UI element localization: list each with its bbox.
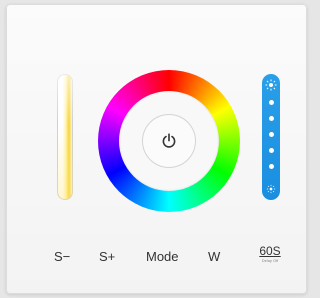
brightness-dot (269, 116, 274, 121)
brightness-dot (269, 148, 274, 153)
brightness-slider[interactable] (262, 74, 280, 200)
white-button[interactable]: W (208, 249, 220, 264)
saturation-up-button[interactable]: S+ (99, 249, 115, 264)
timer-sub-label: Delay Off (261, 258, 279, 263)
color-temperature-slider[interactable] (57, 74, 73, 200)
power-button[interactable] (143, 115, 195, 167)
sun-icon (265, 79, 277, 91)
timer-label: 60S (259, 244, 281, 258)
brightness-dot (269, 164, 274, 169)
sun-small-icon (266, 184, 276, 194)
brightness-dot (269, 132, 274, 137)
timer-button[interactable]: 60S Delay Off (256, 244, 284, 263)
control-panel: S− S+ Mode W 60S Delay Off (6, 4, 307, 294)
power-icon (162, 133, 176, 148)
brightness-dot (269, 100, 274, 105)
mode-button[interactable]: Mode (146, 249, 179, 264)
saturation-down-button[interactable]: S− (54, 249, 70, 264)
